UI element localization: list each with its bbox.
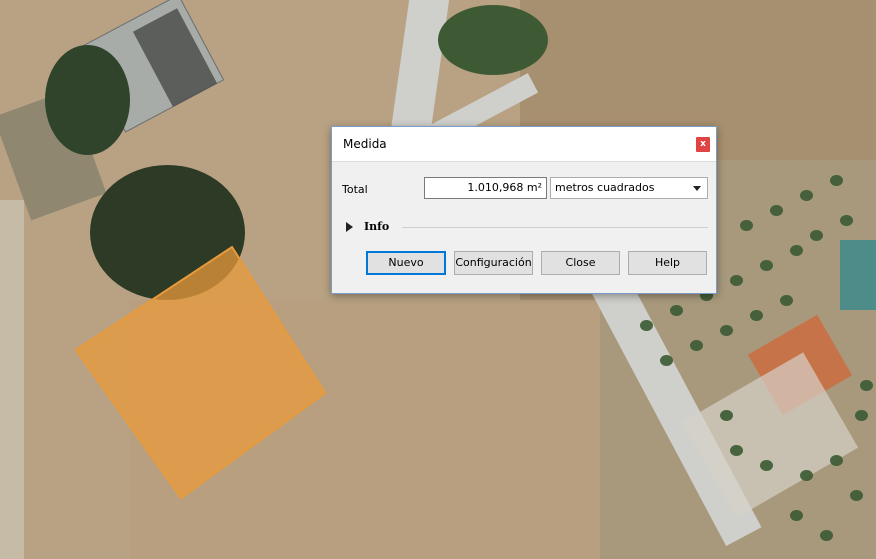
info-label[interactable]: Info (364, 220, 389, 233)
dialog-title: Medida (343, 137, 387, 151)
olive-tree (690, 340, 703, 351)
total-label: Total (342, 183, 368, 196)
unit-select[interactable]: metros cuadrados (550, 177, 708, 199)
olive-tree (800, 190, 813, 201)
olive-tree (720, 325, 733, 336)
info-divider (402, 227, 708, 228)
olive-tree (830, 175, 843, 186)
olive-tree (670, 305, 683, 316)
expand-arrow-icon[interactable] (346, 222, 353, 232)
chevron-down-icon (693, 186, 701, 191)
total-value-field[interactable]: 1.010,968 m² (424, 177, 547, 199)
olive-tree (860, 380, 873, 391)
olive-tree (730, 445, 743, 456)
close-button[interactable]: Close (541, 251, 620, 275)
close-icon[interactable]: x (696, 137, 710, 152)
olive-tree (800, 470, 813, 481)
olive-tree (810, 230, 823, 241)
olive-tree (770, 205, 783, 216)
olive-tree (840, 215, 853, 226)
olive-tree (850, 490, 863, 501)
olive-tree (720, 410, 733, 421)
olive-tree (750, 310, 763, 321)
olive-tree (730, 275, 743, 286)
olive-tree (760, 460, 773, 471)
measure-dialog[interactable]: Medida x Total 1.010,968 m² metros cuadr… (331, 126, 717, 294)
olive-tree (660, 355, 673, 366)
configuracion-button[interactable]: Configuración (454, 251, 533, 275)
measure-area-shape[interactable] (74, 245, 327, 500)
olive-tree (640, 320, 653, 331)
olive-tree (820, 530, 833, 541)
unit-select-value: metros cuadrados (555, 181, 655, 194)
info-collapsible[interactable]: Info (344, 219, 708, 235)
olive-tree (740, 220, 753, 231)
olive-tree (790, 510, 803, 521)
olive-tree (790, 245, 803, 256)
olive-tree (830, 455, 843, 466)
dialog-titlebar[interactable]: Medida x (332, 127, 716, 162)
olive-tree (855, 410, 868, 421)
help-button[interactable]: Help (628, 251, 707, 275)
olive-tree (760, 260, 773, 271)
olive-tree (780, 295, 793, 306)
nuevo-button[interactable]: Nuevo (366, 251, 446, 275)
